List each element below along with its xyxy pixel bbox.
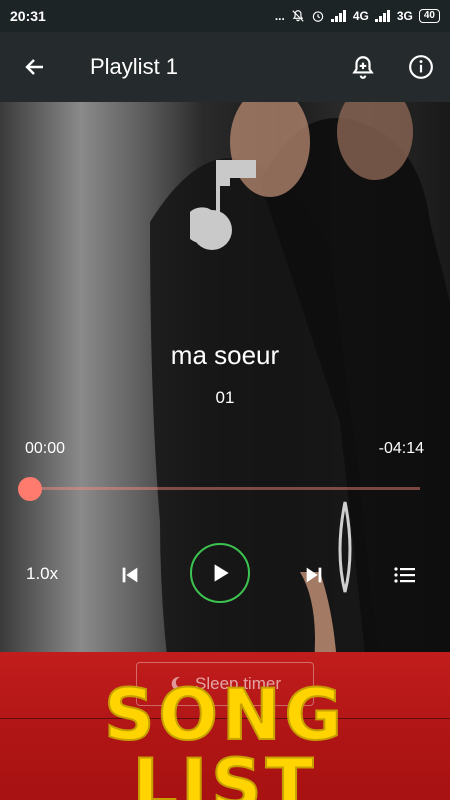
remaining-time: -04:14	[378, 440, 424, 457]
next-button[interactable]	[302, 563, 326, 587]
queue-list-button[interactable]	[392, 562, 418, 588]
status-time: 20:31	[10, 8, 46, 24]
elapsed-time: 00:00	[25, 440, 66, 457]
page-title: Playlist 1	[90, 54, 179, 79]
music-note-icon	[190, 160, 256, 250]
now-playing-screen: ma soeur 01 00:00 -04:14 1.0x Sleep time…	[0, 102, 450, 800]
back-button[interactable]	[0, 55, 70, 79]
play-icon	[214, 564, 229, 582]
alarm-icon	[312, 11, 324, 22]
skip-previous-icon	[122, 567, 138, 583]
add-alarm-button[interactable]	[334, 54, 392, 80]
status-bar: 20:31 ... 4G 3G 40	[0, 0, 450, 32]
banner-text: SONG LIST	[103, 674, 346, 800]
notification-dots: ...	[274, 9, 285, 23]
network-3g: 3G	[396, 9, 413, 23]
playback-speed-button[interactable]: 1.0x	[26, 564, 58, 584]
play-button[interactable]	[190, 543, 250, 603]
network-4g: 4G	[352, 9, 369, 23]
battery-indicator: 40	[418, 9, 440, 23]
previous-button[interactable]	[118, 563, 142, 587]
status-icons: ... 4G 3G 40	[275, 9, 440, 23]
song-title: ma soeur	[170, 340, 280, 370]
seek-bar[interactable]	[30, 487, 420, 490]
signal-icon-2	[374, 10, 390, 22]
skip-next-icon	[306, 567, 322, 583]
seek-thumb[interactable]	[18, 477, 42, 501]
signal-icon	[330, 10, 346, 22]
notifications-off-icon	[292, 10, 304, 22]
alarm-add-icon	[352, 56, 374, 79]
info-button[interactable]	[392, 54, 450, 80]
info-icon	[409, 55, 433, 79]
app-bar: Playlist 1	[0, 32, 450, 102]
back-arrow-icon	[25, 59, 43, 75]
song-list-banner[interactable]: Sleep timer SONG LIST	[0, 652, 450, 800]
queue-list-icon	[394, 567, 415, 583]
playback-controls: 1.0x	[0, 542, 450, 608]
song-number: 01	[215, 388, 235, 407]
